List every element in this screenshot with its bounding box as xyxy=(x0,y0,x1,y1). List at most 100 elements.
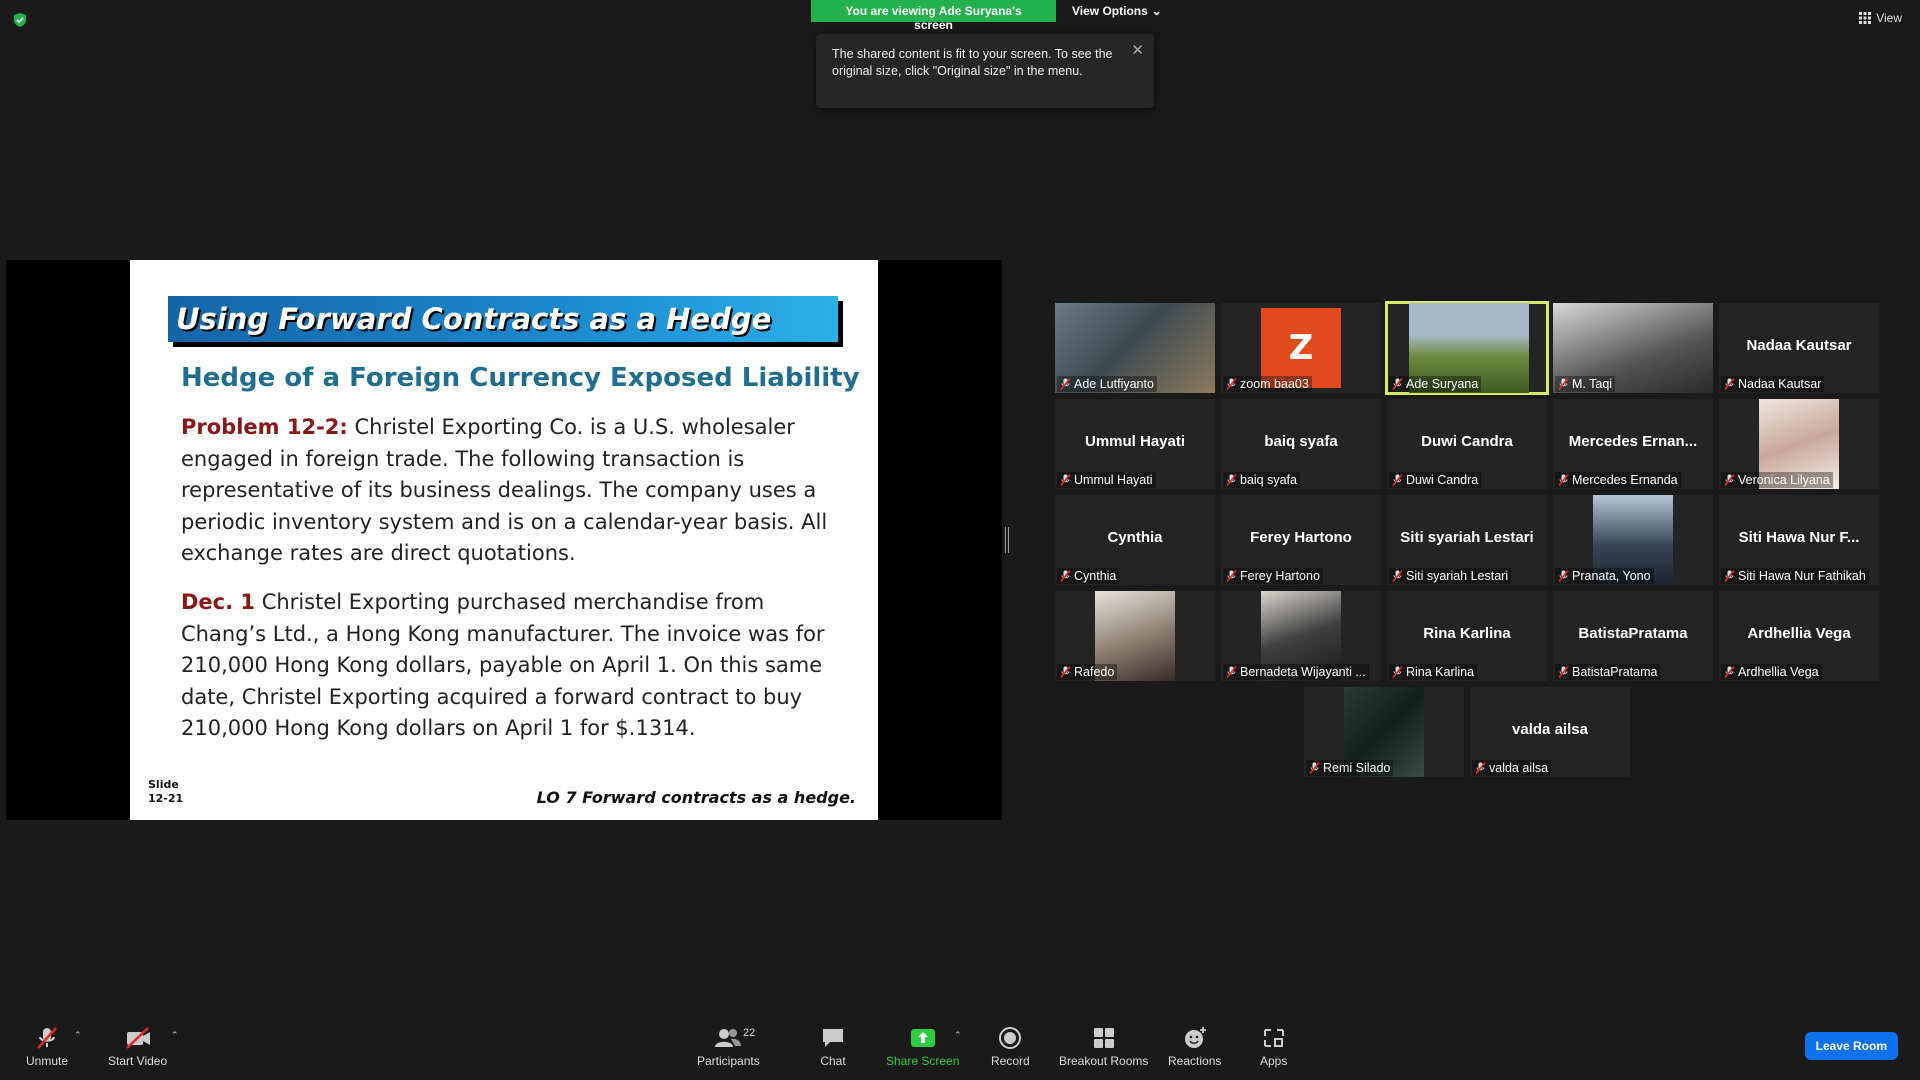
microphone-muted-icon xyxy=(1558,570,1569,582)
reactions-button[interactable]: Reactions xyxy=(1168,1026,1221,1068)
participant-display-name: Rina Karlina xyxy=(1423,625,1511,642)
participant-name: BatistaPratama xyxy=(1572,665,1658,679)
participants-icon xyxy=(715,1029,742,1047)
participant-display-name: Mercedes Ernan... xyxy=(1568,433,1698,450)
share-screen-button[interactable]: Share Screen xyxy=(886,1026,959,1068)
participant-display-name: Ardhellia Vega xyxy=(1747,625,1851,642)
breakout-rooms-label: Breakout Rooms xyxy=(1059,1054,1149,1068)
participant-name-label: valda ailsa xyxy=(1472,760,1552,776)
participant-display-name: Cynthia xyxy=(1107,529,1163,546)
participant-tile[interactable]: Ardhellia Vega Ardhellia Vega xyxy=(1719,591,1879,681)
participant-display-name: Siti Hawa Nur F... xyxy=(1738,529,1860,546)
participant-tile[interactable]: Ade Lutfiyanto xyxy=(1055,303,1215,393)
apps-button[interactable]: Apps xyxy=(1260,1026,1287,1068)
leave-room-button[interactable]: Leave Room xyxy=(1804,1032,1898,1060)
participant-name-label: Ummul Hayati xyxy=(1057,472,1156,488)
participant-tile[interactable]: Veronica Lilyana xyxy=(1719,399,1879,489)
participant-tile[interactable]: BatistaPratama BatistaPratama xyxy=(1553,591,1713,681)
view-layout-button[interactable]: View xyxy=(1859,11,1902,25)
chevron-up-icon[interactable]: ⌃ xyxy=(74,1030,82,1041)
participant-name: Siti syariah Lestari xyxy=(1406,569,1509,583)
screen-share-banner: You are viewing Ade Suryana's screen Vie… xyxy=(811,0,1178,32)
participant-name: baiq syafa xyxy=(1240,473,1297,487)
participant-tile[interactable]: M. Taqi xyxy=(1553,303,1713,393)
share-screen-label: Share Screen xyxy=(886,1054,960,1068)
participant-name-label: Bernadeta Wijayanti ... xyxy=(1223,664,1369,680)
participant-name: Rina Karlina xyxy=(1406,665,1475,679)
microphone-muted-icon xyxy=(1392,570,1403,582)
apps-label: Apps xyxy=(1260,1054,1288,1068)
participants-count: 22 xyxy=(743,1027,756,1039)
participant-display-name: Ferey Hartono xyxy=(1250,529,1352,546)
participant-tile[interactable]: baiq syafa baiq syafa xyxy=(1221,399,1381,489)
apps-icon xyxy=(1263,1029,1284,1047)
microphone-muted-icon xyxy=(1226,666,1237,678)
shield-check-icon[interactable] xyxy=(12,12,28,28)
participant-name: Ummul Hayati xyxy=(1074,473,1153,487)
participant-name: Bernadeta Wijayanti ... xyxy=(1240,665,1366,679)
unmute-button[interactable]: Unmute xyxy=(26,1026,68,1068)
microphone-muted-icon xyxy=(1392,666,1403,678)
breakout-rooms-icon xyxy=(1093,1028,1114,1048)
chevron-up-icon[interactable]: ⌃ xyxy=(954,1030,962,1041)
learning-objective: LO 7 Forward contracts as a hedge. xyxy=(536,788,856,807)
close-icon[interactable]: ✕ xyxy=(1131,42,1144,59)
participant-name-label: Mercedes Ernanda xyxy=(1555,472,1681,488)
participant-tile[interactable]: Pranata, Yono xyxy=(1553,495,1713,585)
view-options-label: View Options xyxy=(1072,4,1148,18)
start-video-button[interactable]: Start Video xyxy=(108,1026,167,1068)
presentation-slide: Using Forward Contracts as a Hedge Hedge… xyxy=(130,260,878,820)
tooltip-text: The shared content is fit to your screen… xyxy=(832,47,1113,78)
participant-tile[interactable]: Siti Hawa Nur F... Siti Hawa Nur Fathikah xyxy=(1719,495,1879,585)
microphone-muted-icon xyxy=(1724,474,1735,486)
participant-tile[interactable]: Ferey Hartono Ferey Hartono xyxy=(1221,495,1381,585)
microphone-muted-icon xyxy=(1226,378,1237,390)
participant-tile[interactable]: Cynthia Cynthia xyxy=(1055,495,1215,585)
chevron-up-icon[interactable]: ⌃ xyxy=(171,1030,179,1041)
participant-tile[interactable]: Duwi Candra Duwi Candra xyxy=(1387,399,1547,489)
view-options-button[interactable]: View Options ⌄ xyxy=(1056,0,1178,22)
microphone-muted-icon xyxy=(1060,378,1071,390)
participant-name: Nadaa Kautsar xyxy=(1738,377,1822,391)
participant-name: Mercedes Ernanda xyxy=(1572,473,1678,487)
participant-tile[interactable]: Mercedes Ernan... Mercedes Ernanda xyxy=(1553,399,1713,489)
participant-tile[interactable]: valda ailsa valda ailsa xyxy=(1470,687,1630,777)
participant-name-label: Ferey Hartono xyxy=(1223,568,1323,584)
panel-resize-handle[interactable] xyxy=(1005,527,1009,553)
microphone-muted-icon xyxy=(1226,570,1237,582)
microphone-muted-icon xyxy=(1060,666,1071,678)
chat-button[interactable]: Chat xyxy=(820,1026,846,1068)
microphone-muted-icon xyxy=(37,1027,57,1049)
microphone-muted-icon xyxy=(1724,570,1735,582)
zoom-meeting-window: You are viewing Ade Suryana's screen Vie… xyxy=(0,0,1920,1080)
participant-name-label: Siti syariah Lestari xyxy=(1389,568,1512,584)
participant-name: Ade Lutfiyanto xyxy=(1074,377,1154,391)
slide-number-label: Slide xyxy=(148,778,179,791)
participant-tile[interactable]: Rina Karlina Rina Karlina xyxy=(1387,591,1547,681)
participant-tile[interactable]: Bernadeta Wijayanti ... xyxy=(1221,591,1381,681)
chat-label: Chat xyxy=(820,1054,846,1068)
participant-display-name: Duwi Candra xyxy=(1421,433,1513,450)
participant-tile[interactable]: Remi Silado xyxy=(1304,687,1464,777)
viewing-screen-label: You are viewing Ade Suryana's screen xyxy=(811,0,1056,32)
breakout-rooms-button[interactable]: Breakout Rooms xyxy=(1059,1026,1148,1068)
participant-tile[interactable]: Ummul Hayati Ummul Hayati xyxy=(1055,399,1215,489)
record-label: Record xyxy=(991,1054,1030,1068)
view-label: View xyxy=(1876,11,1902,25)
participant-name: Remi Silado xyxy=(1323,761,1391,775)
participant-name-label: Ade Lutfiyanto xyxy=(1057,376,1157,392)
participant-name: Cynthia xyxy=(1074,569,1117,583)
participant-tile[interactable]: Zzoom baa03 xyxy=(1221,303,1381,393)
record-button[interactable]: Record xyxy=(991,1026,1030,1068)
participant-display-name: BatistaPratama xyxy=(1578,625,1688,642)
slide-paragraph-problem: Problem 12-2: Christel Exporting Co. is … xyxy=(181,412,851,570)
microphone-muted-icon xyxy=(1724,666,1735,678)
participant-tile[interactable]: Nadaa Kautsar Nadaa Kautsar xyxy=(1719,303,1879,393)
participant-display-name: Siti syariah Lestari xyxy=(1400,529,1534,546)
participant-tile[interactable]: Rafedo xyxy=(1055,591,1215,681)
microphone-muted-icon xyxy=(1060,474,1071,486)
participant-tile[interactable]: Ade Suryana xyxy=(1385,301,1549,395)
participant-display-name: baiq syafa xyxy=(1264,433,1338,450)
participant-tile[interactable]: Siti syariah Lestari Siti syariah Lestari xyxy=(1387,495,1547,585)
participant-name-label: Nadaa Kautsar xyxy=(1721,376,1825,392)
